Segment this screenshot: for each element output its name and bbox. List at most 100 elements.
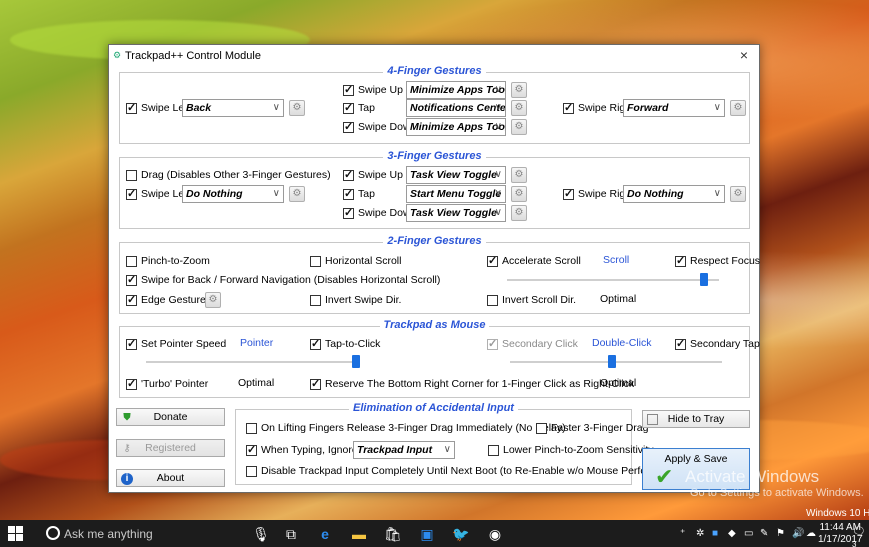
pointer-slider-thumb[interactable] [351, 355, 360, 368]
four-swipe-down-settings-button[interactable]: ⚙ [511, 119, 527, 135]
pinch-to-zoom-checkbox[interactable]: Pinch-to-Zoom [126, 253, 210, 269]
three-swipe-right-select[interactable]: Do Nothing ∨ [623, 185, 725, 203]
three-swipe-up-checkbox[interactable]: Swipe Up [343, 167, 403, 183]
ignore-typing-select[interactable]: Trackpad Input ∨ [353, 441, 455, 459]
network-icon[interactable]: ⚑ [776, 528, 785, 539]
accidental-input-group: Elimination of Accidental Input On Lifti… [235, 402, 730, 485]
four-tap-settings-button[interactable]: ⚙ [511, 100, 527, 116]
four-swipe-right-settings-button[interactable]: ⚙ [730, 100, 746, 116]
checkbox-box [675, 254, 686, 267]
accelerate-scroll-checkbox[interactable]: Accelerate Scroll [487, 253, 581, 269]
four-swipe-up-select[interactable]: Minimize Apps Toogle∨ [406, 81, 506, 99]
checkbox-box [246, 443, 257, 456]
tray-app-icon[interactable]: ✲ [696, 528, 704, 539]
turbo-pointer-checkbox[interactable]: 'Turbo' Pointer [126, 376, 208, 392]
checkbox-box [126, 293, 137, 306]
microphone-icon[interactable]: 🎙 [252, 525, 270, 543]
checkbox-box [563, 101, 574, 114]
close-button[interactable]: × [735, 47, 753, 63]
double-click-slider-thumb[interactable] [607, 355, 616, 368]
chevron-down-icon: ∨ [494, 102, 502, 113]
task-view-icon[interactable]: ⧉ [282, 525, 300, 543]
three-tap-select[interactable]: Start Menu Toggle ∨ [406, 185, 506, 203]
info-icon: i [121, 473, 133, 485]
checkbox-box [536, 422, 547, 434]
double-click-slider-track[interactable] [510, 361, 722, 363]
three-swipe-down-select[interactable]: Task View Toggle ∨ [406, 204, 506, 222]
tray-monitor-icon[interactable]: ■ [712, 528, 718, 539]
tap-to-click-checkbox[interactable]: Tap-to-Click [310, 336, 380, 352]
cloud-icon[interactable]: ☁ [806, 528, 816, 539]
store-icon[interactable]: 🛍 [384, 525, 402, 543]
tray-dropbox-icon[interactable]: ◆ [728, 528, 736, 539]
tray-up-icon[interactable]: ⁺ [680, 528, 685, 539]
release-drag-checkbox[interactable]: On Lifting Fingers Release 3-Finger Drag… [246, 420, 566, 436]
three-swipe-left-checkbox[interactable]: Swipe Left [126, 186, 190, 202]
pen-icon[interactable]: ✎ [760, 528, 768, 539]
checkbox-box [126, 337, 137, 350]
four-swipe-up-settings-button[interactable]: ⚙ [511, 82, 527, 98]
control-module-window: ⚙ Trackpad++ Control Module × 4-Finger G… [108, 44, 760, 493]
mouse-group: Trackpad as Mouse Set Pointer Speed Poin… [119, 319, 760, 398]
scroll-slider-track[interactable] [507, 279, 719, 281]
search-box[interactable]: Ask me anything [64, 527, 153, 541]
three-swipe-right-settings-button[interactable]: ⚙ [730, 186, 746, 202]
donate-button[interactable]: ⛊ Donate [116, 408, 225, 426]
four-swipe-left-select[interactable]: Back ∨ [182, 99, 284, 117]
notification-center-icon[interactable]: 🗨3 [852, 525, 869, 547]
twitter-icon[interactable]: 🐦 [452, 525, 470, 543]
four-swipe-up-checkbox[interactable]: Swipe Up [343, 82, 403, 98]
three-swipe-left-settings-button[interactable]: ⚙ [289, 186, 305, 202]
checkbox-box [563, 187, 574, 200]
edge-icon[interactable]: e [316, 525, 334, 543]
secondary-click-checkbox[interactable]: Secondary Click [487, 336, 578, 352]
reserve-corner-checkbox[interactable]: Reserve The Bottom Right Corner for 1-Fi… [310, 376, 634, 392]
three-swipe-left-select[interactable]: Do Nothing ∨ [182, 185, 284, 203]
cortana-icon[interactable] [46, 526, 60, 540]
three-swipe-down-settings-button[interactable]: ⚙ [511, 205, 527, 221]
swipe-navigation-checkbox[interactable]: Swipe for Back / Forward Navigation (Dis… [126, 272, 440, 288]
horizontal-scroll-checkbox[interactable]: Horizontal Scroll [310, 253, 401, 269]
four-swipe-right-select[interactable]: Forward ∨ [623, 99, 725, 117]
windows-edition-text: Windows 10 Hor [806, 508, 869, 519]
app-icon-blue[interactable]: ▣ [418, 525, 436, 543]
respect-focus-checkbox[interactable]: Respect Focus [675, 253, 760, 269]
invert-scroll-checkbox[interactable]: Invert Scroll Dir. [487, 292, 576, 308]
three-drag-checkbox[interactable]: Drag (Disables Other 3-Finger Gestures) [126, 167, 331, 183]
set-pointer-speed-checkbox[interactable]: Set Pointer Speed [126, 336, 226, 352]
edge-gestures-checkbox[interactable]: Edge Gestures [126, 292, 211, 308]
volume-icon[interactable]: 🔊 [792, 528, 804, 539]
faster-drag-checkbox[interactable]: Faster 3-Finger Drag [536, 420, 648, 436]
four-swipe-down-select[interactable]: Minimize Apps Toogle∨ [406, 118, 506, 136]
about-button[interactable]: i About [116, 469, 225, 487]
four-tap-select[interactable]: Notifications Center To∨ [406, 99, 506, 117]
start-button[interactable] [8, 526, 24, 542]
three-swipe-up-select[interactable]: Task View Toggle ∨ [406, 166, 506, 184]
three-swipe-up-settings-button[interactable]: ⚙ [511, 167, 527, 183]
edge-gestures-settings-button[interactable]: ⚙ [205, 292, 221, 308]
four-tap-checkbox[interactable]: Tap [343, 100, 375, 116]
chevron-down-icon: ∨ [494, 169, 502, 180]
checkbox-box [126, 377, 137, 390]
title-bar[interactable]: ⚙ Trackpad++ Control Module × [109, 45, 759, 67]
chevron-down-icon: ∨ [713, 102, 721, 113]
chevron-down-icon: ∨ [272, 102, 280, 113]
four-swipe-left-checkbox[interactable]: Swipe Left [126, 100, 190, 116]
hide-to-tray-button[interactable]: Hide to Tray [642, 410, 750, 428]
checkbox-box [246, 422, 257, 434]
app-icon-round[interactable]: ◉ [486, 525, 504, 543]
three-tap-checkbox[interactable]: Tap [343, 186, 375, 202]
invert-swipe-checkbox[interactable]: Invert Swipe Dir. [310, 292, 401, 308]
checkbox-box [310, 377, 321, 390]
checkbox-box [488, 444, 499, 456]
secondary-tap-checkbox[interactable]: Secondary Tap [675, 336, 760, 352]
four-swipe-left-settings-button[interactable]: ⚙ [289, 100, 305, 116]
registered-button[interactable]: ⚷ Registered [116, 439, 225, 457]
pointer-slider-track[interactable] [146, 361, 358, 363]
battery-icon[interactable]: ▭ [744, 528, 753, 539]
three-tap-settings-button[interactable]: ⚙ [511, 186, 527, 202]
lower-pinch-checkbox[interactable]: Lower Pinch-to-Zoom Sensitivity [488, 442, 654, 458]
scroll-slider-thumb[interactable] [700, 273, 709, 286]
scroll-level-label: Optimal [600, 293, 637, 305]
file-explorer-icon[interactable]: ▬ [350, 525, 368, 543]
